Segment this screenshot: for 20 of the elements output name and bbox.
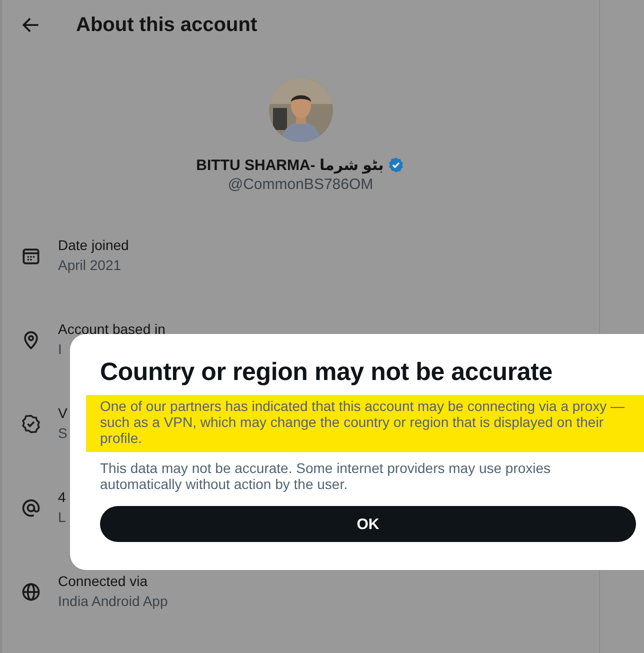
detail-value: S (58, 424, 68, 443)
highlighted-text: One of our partners has indicated that this account may be connecting via a proxy — such as a VPN, which may change the country or region that is displayed on their profile. (86, 395, 644, 452)
detail-value: April 2021 (58, 256, 122, 275)
dialog-title: Country or region may not be accurate (100, 358, 554, 387)
detail-label: Connected via (58, 572, 149, 591)
dialog-note: This data may not be accurate. Some internet providers may use proxies automatically without action by the user. (100, 460, 552, 492)
detail-value: India Android App (58, 592, 168, 611)
globe-icon (20, 581, 42, 603)
detail-label: 4 (58, 488, 66, 507)
username: @CommonBS786OM (228, 176, 374, 193)
detail-value: L (58, 508, 66, 527)
display-name: BITTU SHARMA- بٹو شرما (196, 156, 384, 174)
detail-label: Date joined (58, 236, 129, 255)
detail-label: V (58, 404, 68, 423)
detail-value: I (58, 340, 63, 359)
page-title: About this account (76, 14, 258, 36)
ok-button[interactable]: OK (100, 506, 636, 542)
at-sign-icon (20, 497, 42, 519)
badge-check-icon (20, 413, 42, 435)
detail-label: Account based in (58, 320, 166, 339)
